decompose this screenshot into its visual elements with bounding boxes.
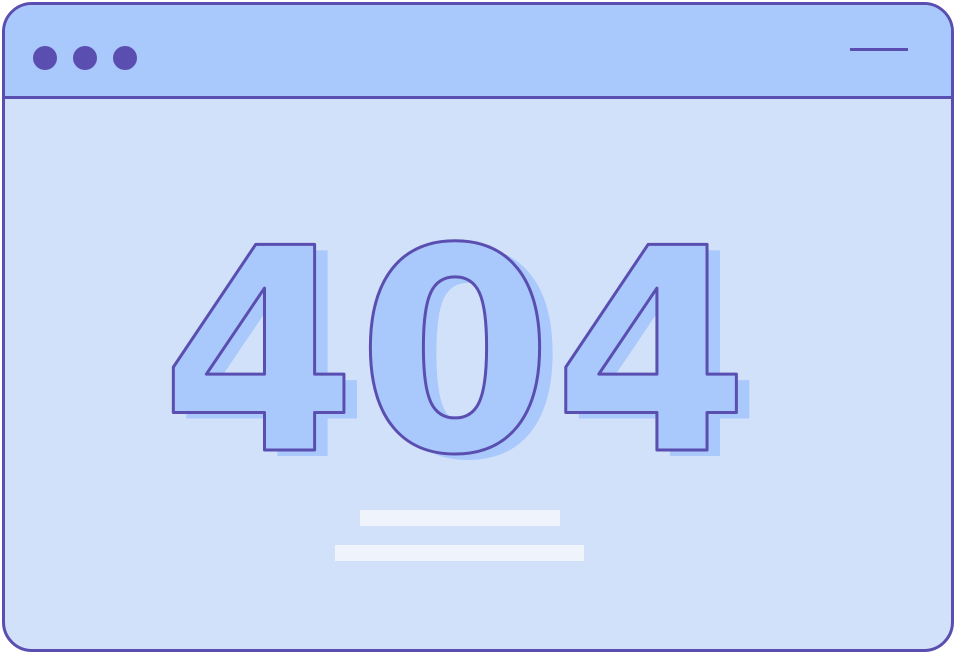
placeholder-text-line [360, 510, 560, 526]
error-code: 404 [161, 188, 750, 517]
placeholder-text-line [335, 545, 584, 561]
